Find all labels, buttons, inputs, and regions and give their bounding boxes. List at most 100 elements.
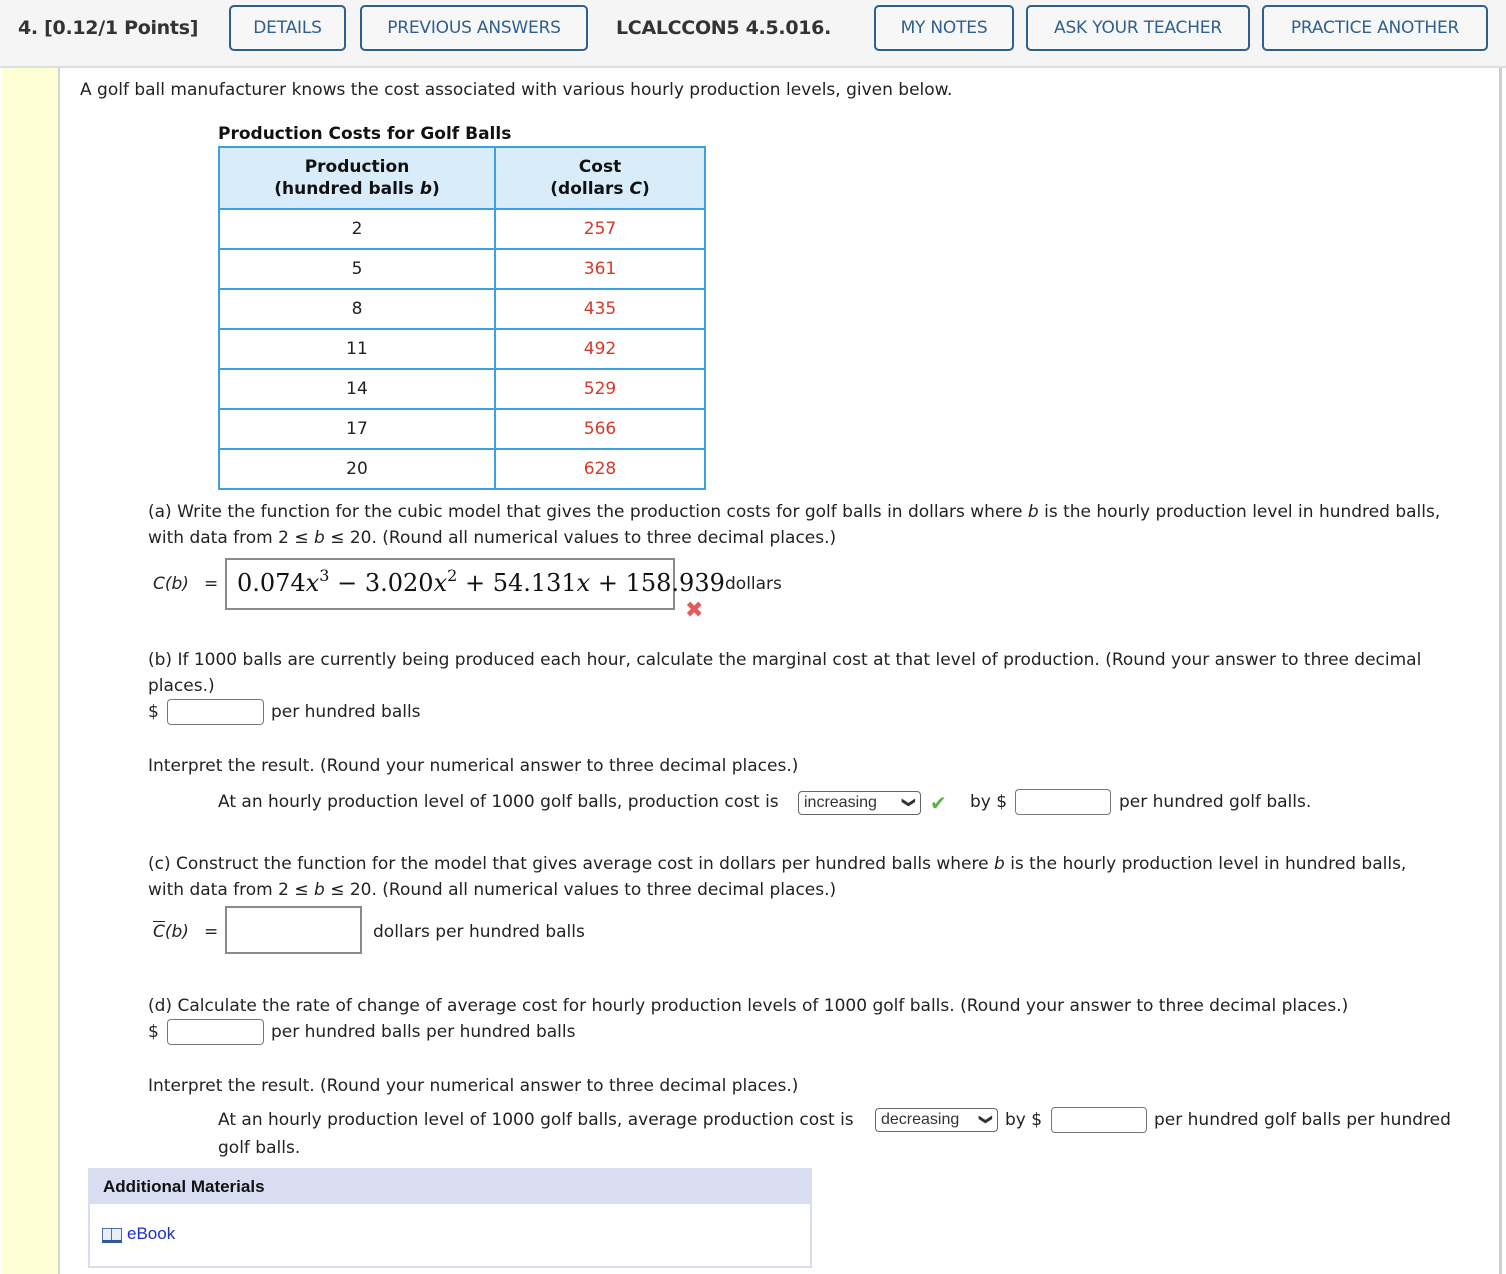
production-costs-table: Production (hundred balls b) Cost (dolla… (218, 146, 706, 490)
prompt-var: b (314, 528, 325, 548)
prompt-line: places.) (148, 676, 215, 696)
part-d-sentence-cont: golf balls. (218, 1138, 301, 1158)
coef: 54.131 (492, 569, 577, 597)
ebook-link[interactable]: eBook (102, 1224, 175, 1244)
avg-cost-rate-input[interactable] (167, 1019, 264, 1045)
table-title: Production Costs for Golf Balls (218, 124, 512, 144)
production-cell: 14 (218, 368, 496, 410)
var-x: x (305, 569, 320, 597)
prompt-line: (c) Construct the function for the model… (148, 851, 1406, 877)
content-border (1499, 68, 1502, 1274)
header-line: (hundred balls b) (221, 178, 493, 200)
question-id: LCALCCON5 4.5.016. (616, 17, 831, 39)
exponent: 3 (319, 566, 330, 585)
practice-another-button[interactable]: PRACTICE ANOTHER (1262, 5, 1488, 51)
header-text: (dollars (550, 179, 630, 199)
header-line: Production (304, 157, 410, 177)
average-cost-input[interactable] (225, 906, 362, 954)
prompt-line: with data from 2 ≤ b ≤ 20. (Round all nu… (148, 525, 1440, 551)
question-side-bar (2, 68, 60, 1274)
my-notes-button[interactable]: MY NOTES (874, 5, 1014, 51)
prompt-text: with data from 2 ≤ (148, 880, 314, 900)
cost-cell: 628 (494, 448, 706, 490)
operator: + (464, 569, 486, 597)
table-row: 11 492 (218, 328, 706, 370)
equals-sign: = (204, 574, 219, 594)
dollar-sign: $ (148, 702, 159, 722)
column-header-cost: Cost (dollars C) (494, 146, 706, 210)
production-cell: 11 (218, 328, 496, 370)
var-x: x (576, 569, 591, 597)
ask-your-teacher-button[interactable]: ASK YOUR TEACHER (1026, 5, 1250, 51)
previous-answers-button[interactable]: PREVIOUS ANSWERS (360, 5, 588, 51)
production-cell: 5 (218, 248, 496, 290)
cost-cell: 492 (494, 328, 706, 370)
prompt-text: (a) Write the function for the cubic mod… (148, 502, 1028, 522)
label-rest: (b) (164, 922, 189, 942)
ebook-label[interactable]: eBook (127, 1224, 175, 1244)
prompt-text: is the hourly production level in hundre… (1038, 502, 1441, 522)
part-b-interpret: Interpret the result. (Round your numeri… (148, 756, 799, 776)
direction-select-b[interactable]: increasing ❯ (798, 791, 921, 815)
exponent: 2 (447, 566, 458, 585)
part-b-sentence-end: per hundred golf balls. (1119, 792, 1312, 812)
cost-cell: 566 (494, 408, 706, 450)
operator: − (337, 569, 358, 597)
table-row: 8 435 (218, 288, 706, 330)
cost-change-input-b[interactable] (1015, 789, 1111, 815)
equals-sign: = (204, 922, 219, 942)
part-d-sentence: At an hourly production level of 1000 go… (218, 1110, 854, 1130)
header-line: (dollars C) (497, 178, 703, 200)
chevron-down-icon: ❯ (979, 1114, 995, 1125)
production-cell: 20 (218, 448, 496, 490)
cost-change-input-d[interactable] (1051, 1107, 1147, 1133)
cost-function-answer[interactable]: 0.074x3 − 3.020x2 + 54.131x + 158.939 (225, 558, 725, 610)
prompt-line: (b) If 1000 balls are currently being pr… (148, 650, 1422, 670)
header-text: ) (641, 179, 650, 199)
part-a-prompt: (a) Write the function for the cubic mod… (148, 499, 1440, 551)
header-var: b (419, 179, 432, 199)
var-x: x (433, 569, 448, 597)
cost-cell: 257 (494, 208, 706, 250)
coef: 0.074 (237, 569, 306, 597)
production-cell: 8 (218, 288, 496, 330)
marginal-cost-input[interactable] (167, 699, 264, 725)
header-text: (hundred balls (274, 179, 420, 199)
cost-cell: 435 (494, 288, 706, 330)
c-bar: C (153, 922, 165, 942)
book-icon (102, 1226, 122, 1243)
table-row: 20 628 (218, 448, 706, 490)
coef: 3.020 (364, 569, 434, 597)
function-label-text: C(b) (153, 574, 189, 594)
direction-select-d[interactable]: decreasing ❯ (875, 1108, 998, 1132)
incorrect-x-icon: ✖ (685, 598, 704, 623)
by-dollar-label: by $ (1005, 1110, 1043, 1130)
production-cell: 2 (218, 208, 496, 250)
prompt-var: b (1027, 502, 1039, 522)
prompt-line: (a) Write the function for the cubic mod… (148, 499, 1440, 525)
additional-materials-panel: Additional Materials eBook (88, 1168, 812, 1268)
by-dollar-label: by $ (970, 792, 1008, 812)
operator: + (597, 569, 618, 597)
cost-cell: 529 (494, 368, 706, 410)
part-b-unit: per hundred balls (271, 702, 421, 722)
prompt-text: with data from 2 ≤ (148, 528, 314, 548)
part-d-sentence-end: per hundred golf balls per hundred (1154, 1110, 1451, 1130)
details-button[interactable]: DETAILS (229, 5, 346, 51)
cost-function-label: C(b) (153, 574, 189, 594)
prompt-var: b (994, 854, 1005, 874)
additional-materials-title: Additional Materials (90, 1170, 810, 1204)
part-b-prompt: (b) If 1000 balls are currently being pr… (148, 647, 1421, 699)
question-intro: A golf ball manufacturer knows the cost … (80, 80, 953, 100)
table-row: 5 361 (218, 248, 706, 290)
prompt-text: is the hourly production level in hundre… (1004, 854, 1407, 874)
column-header-production: Production (hundred balls b) (218, 146, 496, 210)
table-row: 17 566 (218, 408, 706, 450)
part-a-unit: dollars (725, 574, 782, 594)
coef: 158.939 (625, 569, 725, 597)
prompt-text: (c) Construct the function for the model… (148, 854, 994, 874)
prompt-var: b (314, 880, 325, 900)
header-line: Cost (578, 157, 622, 177)
question-header: 4. [0.12/1 Points] DETAILS PREVIOUS ANSW… (0, 0, 1506, 68)
dollar-sign: $ (148, 1022, 159, 1042)
